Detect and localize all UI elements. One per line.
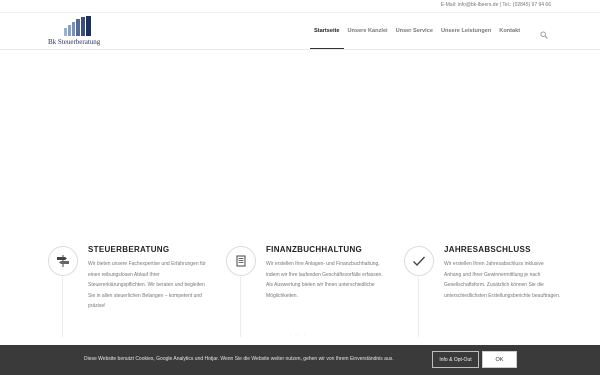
nav-unser-service[interactable]: Unser Service: [392, 13, 437, 49]
top-contact-bar: E-Mail: info@bk-lbeers.de | Tel.: (02845…: [0, 0, 600, 13]
feature-text: Wir bieten unsere Fachexpertise und Erfa…: [88, 261, 206, 309]
logo[interactable]: Bk Steuerberatung: [48, 16, 118, 48]
signpost-icon: [48, 246, 78, 276]
feature-text: Wir erstellen Ihren Jahresabschluss inkl…: [444, 261, 561, 299]
feature-text: Wir erstellen Ihre Anlagen- und Finanzbu…: [266, 261, 383, 299]
info-opt-out-button[interactable]: Info & Opt-Out: [432, 351, 479, 368]
feature-title: STEUERBERATUNG: [88, 245, 170, 254]
divider-line: [418, 277, 419, 337]
document-icon: [226, 246, 256, 276]
feature-jahresabschluss: JAHRESABSCHLUSS Wir erstellen Ihren Jahr…: [404, 243, 564, 337]
section-separator: · · ·: [290, 332, 308, 338]
divider-line: [62, 277, 63, 337]
divider-line: [240, 277, 241, 337]
feature-title: FINANZBUCHHALTUNG: [266, 245, 363, 254]
nav-unsere-kanzlei[interactable]: Unsere Kanzlei: [344, 13, 392, 49]
feature-finanzbuchhaltung: FINANZBUCHHALTUNG Wir erstellen Ihre Anl…: [226, 243, 386, 337]
logo-text: Bk Steuerberatung: [48, 38, 101, 46]
search-icon[interactable]: [540, 26, 548, 39]
logo-bars-icon: [64, 16, 91, 36]
site-header: Bk Steuerberatung Startseite Unsere Kanz…: [0, 13, 600, 50]
ok-button[interactable]: OK: [482, 351, 517, 368]
checkmark-icon: [404, 246, 434, 276]
main-nav: Startseite Unsere Kanzlei Unser Service …: [310, 13, 548, 49]
contact-info[interactable]: E-Mail: info@bk-lbeers.de | Tel.: (02845…: [441, 2, 551, 8]
cookie-message: Diese Website benutzt Cookies, Google An…: [84, 356, 394, 362]
feature-steuerberatung: STEUERBERATUNG Wir bieten unsere Fachexp…: [48, 243, 208, 337]
feature-title: JAHRESABSCHLUSS: [444, 245, 531, 254]
nav-startseite[interactable]: Startseite: [310, 13, 344, 49]
cookie-banner: Diese Website benutzt Cookies, Google An…: [0, 345, 600, 375]
nav-kontakt[interactable]: Kontakt: [495, 13, 524, 49]
nav-unsere-leistungen[interactable]: Unsere Leistungen: [437, 13, 495, 49]
